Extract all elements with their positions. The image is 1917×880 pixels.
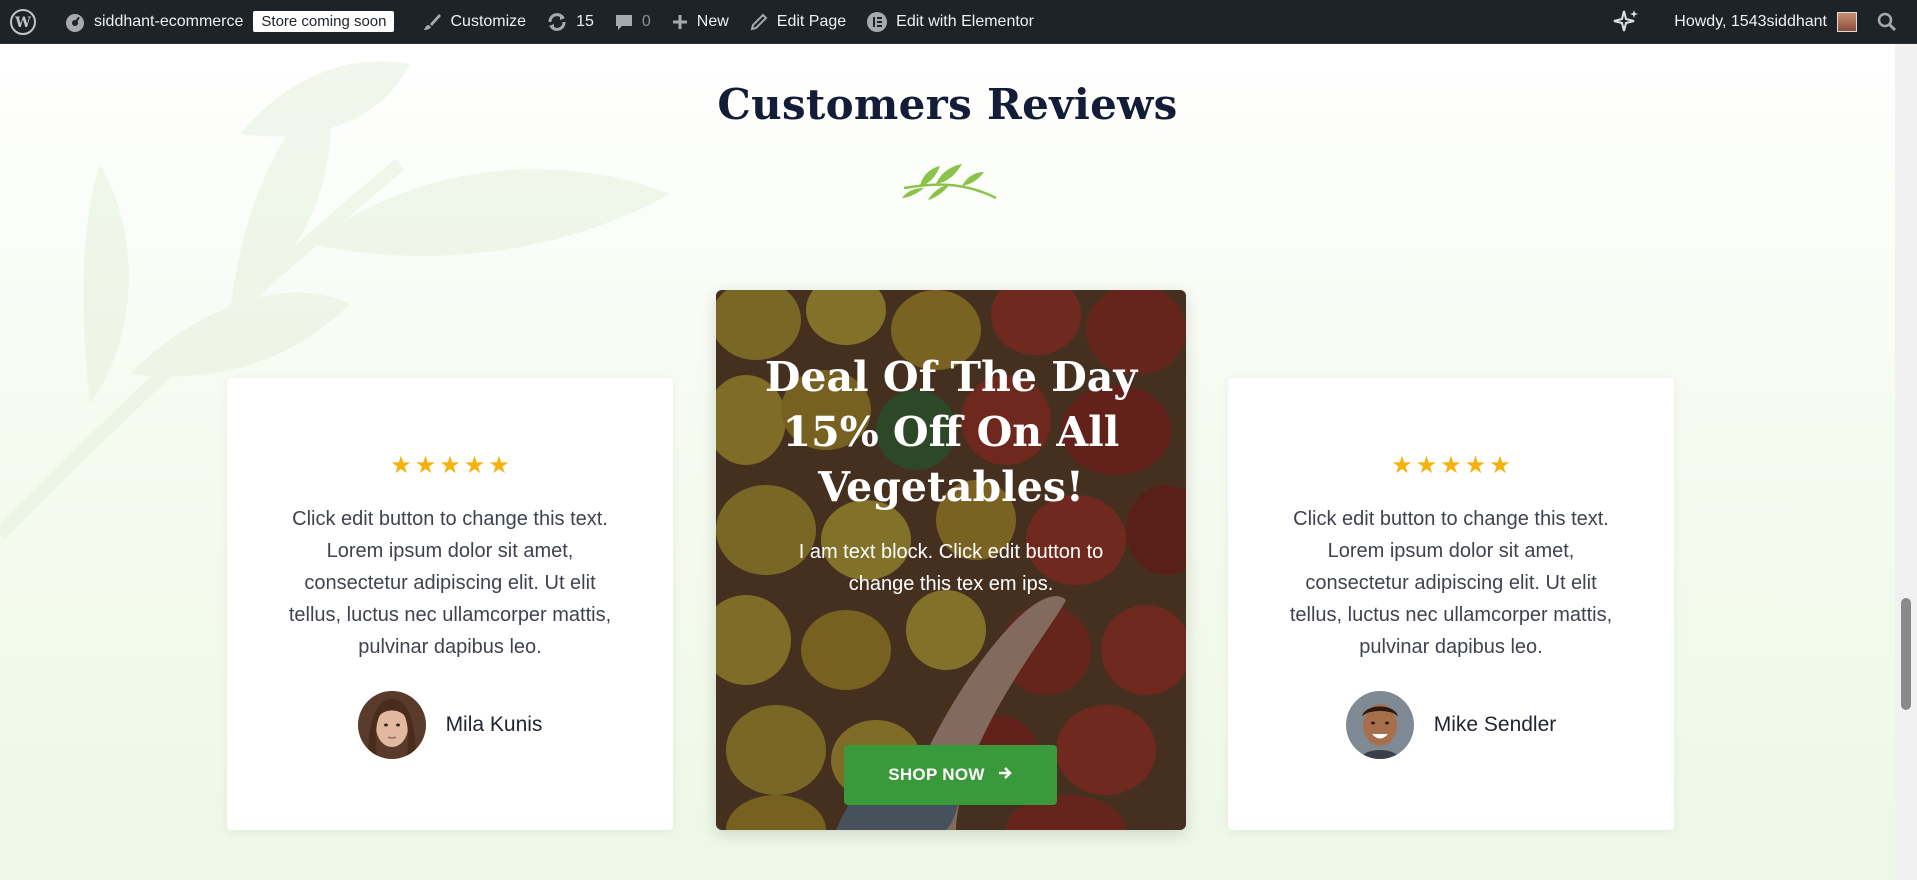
shop-now-label: SHOP NOW — [888, 765, 985, 784]
wordpress-icon: W — [10, 8, 36, 35]
elementor-icon — [866, 11, 888, 33]
brush-icon — [422, 12, 442, 32]
rating-stars: ★ ★ ★ ★ ★ — [390, 453, 510, 477]
star-icon: ★ — [390, 451, 412, 479]
admin-search-button[interactable] — [1867, 0, 1917, 44]
ai-sparkle-button[interactable] — [1602, 0, 1664, 44]
store-coming-soon-badge[interactable]: Store coming soon — [253, 11, 395, 32]
shop-now-button[interactable]: SHOP NOW — [844, 745, 1057, 805]
star-icon: ★ — [1415, 451, 1438, 479]
customize-link[interactable]: Customize — [412, 0, 536, 44]
rating-stars: ★ ★ ★ ★ ★ — [1391, 453, 1511, 477]
review-text: Click edit button to change this text. L… — [288, 508, 612, 658]
star-icon: ★ — [1391, 451, 1413, 479]
svg-text:W: W — [14, 15, 31, 31]
review-text: Click edit button to change this text. L… — [1289, 508, 1613, 658]
star-icon: ★ — [463, 451, 486, 479]
page-scrollbar[interactable] — [1895, 44, 1917, 880]
reviewer: Mike Sendler — [1345, 691, 1557, 759]
pencil-icon — [749, 12, 769, 32]
star-icon: ★ — [414, 451, 437, 479]
updates-count: 15 — [576, 12, 594, 30]
customer-reviews-section: Customers Reviews ★ ★ ★ ★ ★ Click edit b… — [0, 44, 1895, 880]
reviewer-name: Mila Kunis — [445, 713, 543, 736]
star-icon: ★ — [1440, 451, 1462, 479]
wordpress-logo-menu[interactable]: W — [0, 0, 54, 44]
star-icon: ★ — [488, 451, 510, 479]
deal-title: Deal Of The Day 15% Off On All Vegetable… — [764, 353, 1138, 511]
new-label: New — [696, 12, 729, 30]
edit-page-link[interactable]: Edit Page — [739, 0, 856, 44]
customize-label: Customize — [450, 12, 527, 30]
review-card-mike-sendler: ★ ★ ★ ★ ★ Click edit button to change th… — [1228, 378, 1674, 830]
scrollbar-thumb[interactable] — [1901, 598, 1911, 710]
edit-with-elementor-link[interactable]: Edit with Elementor — [856, 0, 1044, 44]
edit-page-label: Edit Page — [776, 12, 847, 30]
sparkle-icon — [1612, 8, 1640, 36]
review-card-mila-kunis: ★ ★ ★ ★ ★ Click edit button to change th… — [227, 378, 673, 830]
updates-link[interactable]: 15 — [536, 0, 604, 44]
edit-with-elementor-label: Edit with Elementor — [896, 12, 1035, 30]
reviewer: Mila Kunis — [357, 691, 543, 759]
updates-icon — [546, 11, 568, 33]
plus-icon — [671, 13, 689, 31]
dashboard-icon — [64, 11, 86, 33]
my-account-menu[interactable]: Howdy, 1543siddhant — [1664, 0, 1867, 44]
new-content-menu[interactable]: New — [661, 0, 739, 44]
site-name: siddhant-ecommerce — [94, 12, 244, 30]
reviewer-avatar — [1345, 691, 1414, 759]
comment-icon — [614, 12, 634, 32]
star-icon: ★ — [439, 451, 461, 479]
reviewer-name: Mike Sendler — [1433, 713, 1557, 736]
star-icon: ★ — [1489, 451, 1511, 479]
comments-count: 0 — [641, 12, 651, 30]
comments-link[interactable]: 0 — [604, 0, 661, 44]
search-icon — [1877, 12, 1897, 32]
section-heading: Customers Reviews — [717, 80, 1178, 129]
howdy-label: Howdy, 1543siddhant — [1674, 12, 1827, 30]
deal-text: I am text block. Click edit button to ch… — [798, 541, 1104, 595]
user-avatar — [1837, 11, 1857, 32]
arrow-right-icon — [997, 765, 1013, 786]
reviewer-avatar — [357, 691, 426, 759]
wp-admin-bar: W siddhant-ecommerce Store coming soon C… — [0, 0, 1917, 44]
deal-of-the-day-banner: Deal Of The Day 15% Off On All Vegetable… — [716, 290, 1186, 830]
site-name-menu[interactable]: siddhant-ecommerce Store coming soon — [54, 0, 412, 44]
leaf-sprig-icon — [902, 164, 997, 200]
star-icon: ★ — [1464, 451, 1487, 479]
